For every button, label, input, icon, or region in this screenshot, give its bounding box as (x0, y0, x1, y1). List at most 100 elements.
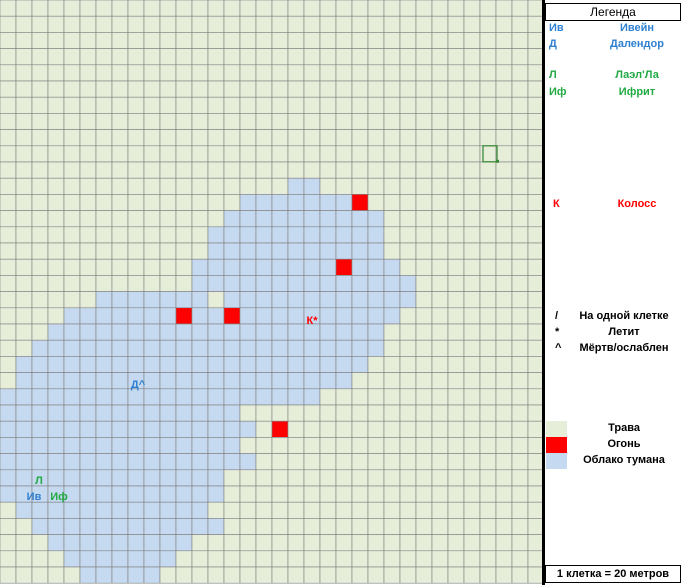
fog-cell[interactable] (95, 291, 113, 309)
grass-cell[interactable] (399, 420, 417, 438)
fog-cell[interactable] (367, 242, 385, 260)
grass-cell[interactable] (335, 388, 353, 406)
fog-cell[interactable] (207, 323, 225, 341)
grass-cell[interactable] (319, 501, 337, 519)
grass-cell[interactable] (415, 48, 433, 66)
grass-cell[interactable] (335, 550, 353, 568)
grass-cell[interactable] (463, 242, 481, 260)
grass-cell[interactable] (0, 129, 17, 147)
fog-cell[interactable] (111, 550, 129, 568)
grass-cell[interactable] (447, 194, 465, 211)
fog-cell[interactable] (335, 226, 353, 244)
grass-cell[interactable] (239, 64, 257, 82)
fog-cell[interactable] (79, 372, 97, 390)
fog-cell[interactable] (127, 534, 145, 552)
grass-cell[interactable] (143, 129, 161, 147)
grass-cell[interactable] (31, 258, 49, 276)
grass-cell[interactable] (319, 437, 337, 454)
fog-cell[interactable] (47, 356, 65, 373)
grass-cell[interactable] (463, 323, 481, 341)
grass-cell[interactable] (447, 226, 465, 244)
grass-cell[interactable] (495, 388, 513, 406)
fog-cell[interactable] (271, 356, 289, 373)
grass-cell[interactable] (479, 323, 497, 341)
grass-cell[interactable] (415, 388, 433, 406)
fog-cell[interactable] (255, 307, 273, 325)
grass-cell[interactable] (431, 291, 449, 309)
grass-cell[interactable] (447, 404, 465, 422)
grass-cell[interactable] (95, 242, 113, 260)
fog-cell[interactable] (95, 437, 113, 454)
grass-cell[interactable] (367, 534, 385, 552)
fog-cell[interactable] (191, 323, 209, 341)
grass-cell[interactable] (319, 388, 337, 406)
fog-cell[interactable] (47, 534, 65, 552)
grass-cell[interactable] (79, 0, 97, 17)
fog-cell[interactable] (95, 501, 113, 519)
fog-cell[interactable] (63, 437, 81, 454)
grass-cell[interactable] (383, 485, 401, 503)
grass-cell[interactable] (399, 339, 417, 357)
grass-cell[interactable] (271, 437, 289, 454)
token-dalendor[interactable]: Д^ (131, 379, 146, 391)
grass-cell[interactable] (463, 145, 481, 163)
grass-cell[interactable] (207, 501, 225, 519)
grass-cell[interactable] (0, 226, 17, 244)
grass-cell[interactable] (463, 518, 481, 535)
grass-cell[interactable] (271, 550, 289, 568)
grass-cell[interactable] (95, 113, 113, 130)
grass-cell[interactable] (223, 80, 241, 98)
grass-cell[interactable] (447, 64, 465, 82)
grass-cell[interactable] (431, 437, 449, 454)
grass-cell[interactable] (31, 177, 49, 195)
grass-cell[interactable] (287, 534, 305, 552)
grass-cell[interactable] (303, 566, 321, 584)
fog-cell[interactable] (127, 437, 145, 454)
grass-cell[interactable] (175, 550, 193, 568)
fog-cell[interactable] (351, 323, 369, 341)
fog-cell[interactable] (255, 258, 273, 276)
grass-cell[interactable] (335, 96, 353, 114)
grass-cell[interactable] (271, 518, 289, 535)
grass-cell[interactable] (335, 64, 353, 82)
grass-cell[interactable] (191, 48, 209, 66)
fog-cell[interactable] (175, 372, 193, 390)
fog-cell[interactable] (47, 437, 65, 454)
grass-cell[interactable] (223, 501, 241, 519)
fog-cell[interactable] (287, 242, 305, 260)
grass-cell[interactable] (271, 485, 289, 503)
grass-cell[interactable] (351, 404, 369, 422)
grass-cell[interactable] (239, 145, 257, 163)
grass-cell[interactable] (0, 566, 17, 584)
grass-cell[interactable] (95, 275, 113, 292)
fog-cell[interactable] (15, 356, 33, 373)
grass-cell[interactable] (31, 96, 49, 114)
grass-cell[interactable] (351, 420, 369, 438)
fog-cell[interactable] (175, 291, 193, 309)
grass-cell[interactable] (415, 550, 433, 568)
fog-cell[interactable] (303, 291, 321, 309)
fog-cell[interactable] (127, 339, 145, 357)
grass-cell[interactable] (367, 356, 385, 373)
grass-cell[interactable] (479, 339, 497, 357)
grass-cell[interactable] (79, 226, 97, 244)
fog-cell[interactable] (319, 356, 337, 373)
grass-cell[interactable] (287, 404, 305, 422)
fog-cell[interactable] (239, 323, 257, 341)
fog-cell[interactable] (95, 453, 113, 471)
fog-cell[interactable] (111, 420, 129, 438)
fog-cell[interactable] (127, 323, 145, 341)
grass-cell[interactable] (223, 534, 241, 552)
grass-cell[interactable] (207, 15, 225, 33)
fog-cell[interactable] (63, 388, 81, 406)
grass-cell[interactable] (431, 194, 449, 211)
fog-cell[interactable] (0, 420, 17, 438)
grass-cell[interactable] (495, 404, 513, 422)
fog-cell[interactable] (223, 226, 241, 244)
fog-cell[interactable] (95, 404, 113, 422)
grass-cell[interactable] (79, 275, 97, 292)
grass-cell[interactable] (239, 437, 257, 454)
grass-cell[interactable] (431, 339, 449, 357)
grass-cell[interactable] (511, 0, 529, 17)
grass-cell[interactable] (191, 566, 209, 584)
